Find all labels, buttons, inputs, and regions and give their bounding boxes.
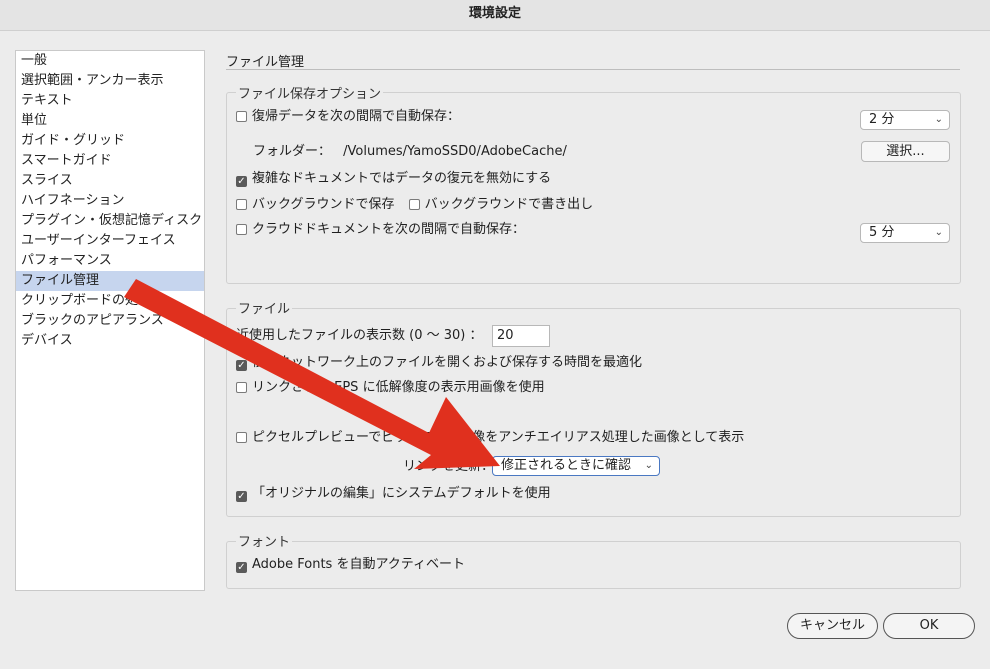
recent-files-label: 近使用したファイルの表示数 (0 〜 30) ： (236, 328, 483, 343)
system-default-label: 「オリジナルの編集」にシステムデフォルトを使用 (252, 486, 551, 501)
lowres-label: リンクされた EPS に低解像度の表示用画像を使用 (252, 380, 545, 395)
update-links-select[interactable]: 修正されるときに確認 ⌄ (492, 456, 660, 476)
cloud-autosave-row[interactable]: クラウドドキュメントを次の間隔で自動保存： (236, 220, 525, 240)
folder-row: フォルダー： /Volumes/YamoSSD0/AdobeCache/ (253, 142, 567, 162)
autosave-row[interactable]: 復帰データを次の間隔で自動保存： (236, 107, 460, 127)
files-legend: ファイル (236, 298, 293, 317)
system-default-row[interactable]: ✓ 「オリジナルの編集」にシステムデフォルトを使用 (236, 484, 551, 504)
pixel-preview-row[interactable]: ピクセルプレビューでビットマップ画像をアンチエイリアス処理した画像として表示 (236, 428, 744, 448)
sidebar-item[interactable]: ガイド・グリッド (16, 131, 204, 151)
sidebar-item[interactable]: テキスト (16, 91, 204, 111)
sidebar-item[interactable]: ファイル管理 (16, 271, 204, 291)
section-divider (226, 69, 960, 70)
cloud-interval-value: 5 分 (869, 225, 895, 240)
system-default-checkbox[interactable]: ✓ (236, 491, 247, 502)
sidebar-item[interactable]: クリップボードの処理 (16, 291, 204, 311)
lowres-row[interactable]: リンクされた EPS に低解像度の表示用画像を使用 (236, 378, 545, 398)
adobe-fonts-label: Adobe Fonts を自動アクティベート (252, 557, 466, 572)
window-title: 環境設定 (0, 0, 990, 31)
sidebar-item[interactable]: 選択範囲・アンカー表示 (16, 71, 204, 91)
cloud-interval-select[interactable]: 5 分 ⌄ (860, 223, 950, 243)
choose-folder-button[interactable]: 選択... (861, 141, 950, 162)
sidebar-item[interactable]: ユーザーインターフェイス (16, 231, 204, 251)
autosave-checkbox[interactable] (236, 111, 247, 122)
update-links-label: リンクを更新： (403, 459, 495, 474)
optimize-label: 低速ネットワーク上のファイルを開くおよび保存する時間を最適化 (252, 355, 643, 370)
pixel-preview-checkbox[interactable] (236, 432, 247, 443)
disable-recovery-row[interactable]: ✓ 複雑なドキュメントではデータの復元を無効にする (236, 169, 551, 189)
optimize-checkbox[interactable]: ✓ (236, 360, 247, 371)
section-title: ファイル管理 (226, 55, 305, 70)
chevron-down-icon: ⌄ (934, 227, 943, 238)
fonts-legend: フォント (236, 531, 293, 550)
optimize-row[interactable]: ✓ 低速ネットワーク上のファイルを開くおよび保存する時間を最適化 (236, 353, 642, 373)
preferences-sidebar: 一般 選択範囲・アンカー表示 テキスト 単位 ガイド・グリッド スマートガイド スライス ハイ… (15, 50, 205, 591)
sidebar-item[interactable]: デバイス (16, 331, 204, 351)
sidebar-item[interactable]: 一般 (16, 51, 204, 71)
lowres-checkbox[interactable] (236, 382, 247, 393)
chevron-down-icon: ⌄ (934, 114, 943, 125)
sidebar-item[interactable]: スライス (16, 171, 204, 191)
adobe-fonts-checkbox[interactable]: ✓ (236, 562, 247, 573)
recent-files-row: 近使用したファイルの表示数 (0 〜 30) ： (236, 326, 483, 346)
sidebar-item[interactable]: ブラックのアピアランス (16, 311, 204, 331)
sidebar-item[interactable]: 単位 (16, 111, 204, 131)
bg-save-row[interactable]: バックグラウンドで保存 バックグラウンドで書き出し (236, 195, 593, 215)
cloud-autosave-checkbox[interactable] (236, 224, 247, 235)
disable-recovery-checkbox[interactable]: ✓ (236, 176, 247, 187)
bg-save-checkbox[interactable] (236, 199, 247, 210)
autosave-interval-value: 2 分 (869, 112, 895, 127)
update-links-value: 修正されるときに確認 (501, 458, 632, 473)
cloud-autosave-label: クラウドドキュメントを次の間隔で自動保存： (252, 222, 526, 237)
chevron-down-icon: ⌄ (644, 460, 653, 471)
save-options-legend: ファイル保存オプション (236, 83, 384, 102)
recent-files-input[interactable]: 20 (492, 325, 550, 347)
bg-export-checkbox[interactable] (408, 199, 420, 210)
autosave-label: 復帰データを次の間隔で自動保存： (252, 109, 461, 124)
folder-label: フォルダー： (253, 144, 332, 159)
sidebar-item[interactable]: ハイフネーション (16, 191, 204, 211)
autosave-interval-select[interactable]: 2 分 ⌄ (860, 110, 950, 130)
adobe-fonts-row[interactable]: ✓ Adobe Fonts を自動アクティベート (236, 555, 465, 575)
folder-path: /Volumes/YamoSSD0/AdobeCache/ (343, 144, 567, 159)
disable-recovery-label: 複雑なドキュメントではデータの復元を無効にする (252, 171, 552, 186)
bg-export-label: バックグラウンドで書き出し (424, 197, 594, 212)
pixel-preview-label: ピクセルプレビューでビットマップ画像をアンチエイリアス処理した画像として表示 (252, 430, 745, 445)
cancel-button[interactable]: キャンセル (787, 613, 878, 639)
sidebar-item[interactable]: スマートガイド (16, 151, 204, 171)
sidebar-item[interactable]: パフォーマンス (16, 251, 204, 271)
sidebar-item[interactable]: プラグイン・仮想記憶ディスク (16, 211, 204, 231)
ok-button[interactable]: OK (883, 613, 975, 639)
bg-save-label: バックグラウンドで保存 (252, 197, 395, 212)
